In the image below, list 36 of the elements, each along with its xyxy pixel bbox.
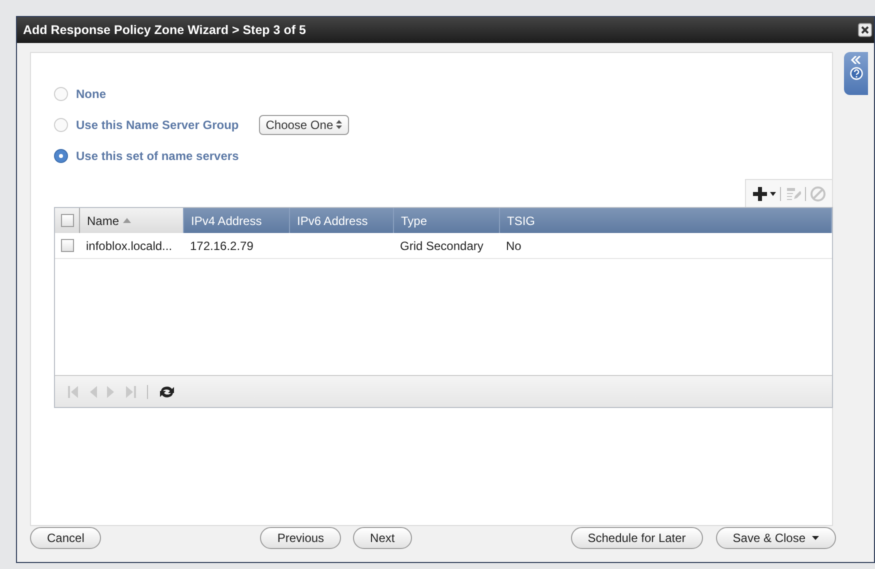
column-header[interactable]: Name <box>80 208 184 233</box>
caret-icon <box>812 536 818 540</box>
window-title: Add Response Policy Zone Wizard > Step 3 of 5 <box>23 23 306 37</box>
plus-icon <box>752 186 768 202</box>
collapse-icon[interactable] <box>851 56 861 64</box>
option-label: None <box>76 86 106 100</box>
row-checkbox[interactable] <box>60 239 74 252</box>
table-cell: No <box>506 238 522 252</box>
edit-icon <box>785 186 801 202</box>
table-cell: infoblox.locald... <box>86 238 172 252</box>
table-cell: 172.16.2.79 <box>190 238 254 252</box>
previous-button[interactable]: Previous <box>260 527 342 549</box>
next-page-icon <box>107 384 115 398</box>
refresh-icon <box>158 384 176 400</box>
side-panel-tab[interactable] <box>844 52 868 95</box>
sort-ascending-icon <box>123 218 132 223</box>
select-all-checkbox[interactable] <box>60 214 74 227</box>
save-close-button[interactable]: Save & Close <box>716 527 836 549</box>
schedule-button[interactable]: Schedule for Later <box>570 527 703 549</box>
last-page-icon <box>125 384 137 398</box>
stepper-icon <box>336 120 342 129</box>
option-label: Use this Name Server Group <box>76 118 239 132</box>
option-label: Use this set of name servers <box>76 148 239 162</box>
previous-page-icon <box>89 384 97 398</box>
close-icon[interactable] <box>858 23 872 37</box>
next-button[interactable]: Next <box>353 527 412 549</box>
help-icon[interactable] <box>850 67 862 80</box>
refresh-page-button[interactable] <box>158 384 176 400</box>
add-button[interactable] <box>752 186 776 202</box>
radio-button[interactable] <box>54 148 68 162</box>
prohibited-icon <box>810 186 826 202</box>
table-cell: Grid Secondary <box>400 238 484 252</box>
first-page-icon <box>67 384 79 398</box>
name-server-group-dropdown[interactable]: Choose One <box>258 114 350 134</box>
cancel-button[interactable]: Cancel <box>30 527 102 549</box>
caret-icon <box>770 192 776 196</box>
